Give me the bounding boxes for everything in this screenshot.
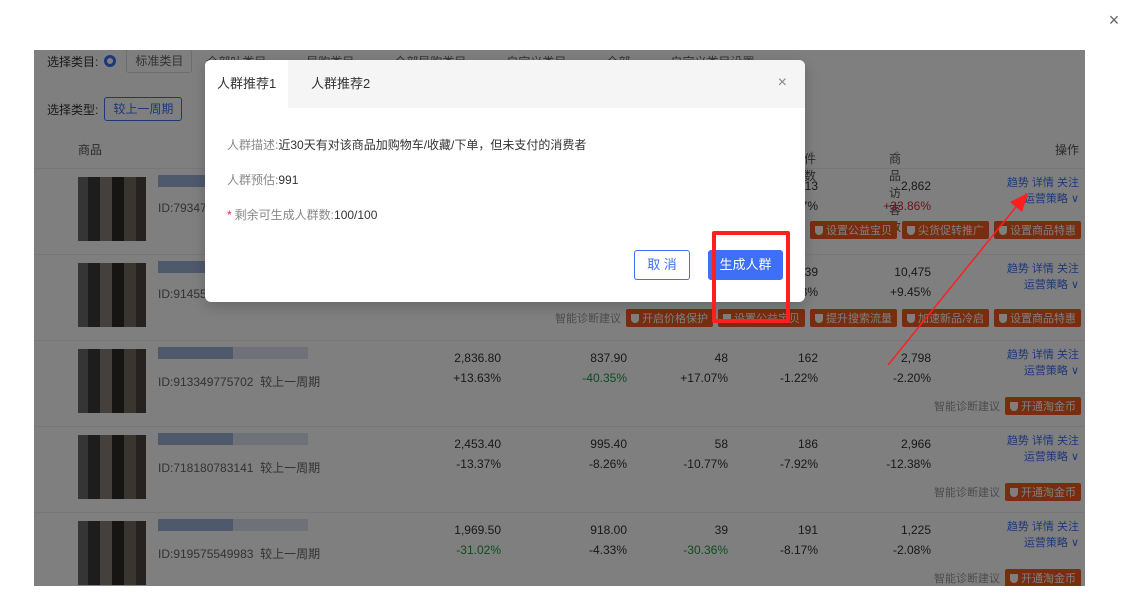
annotation-arrow-icon	[887, 193, 1028, 366]
